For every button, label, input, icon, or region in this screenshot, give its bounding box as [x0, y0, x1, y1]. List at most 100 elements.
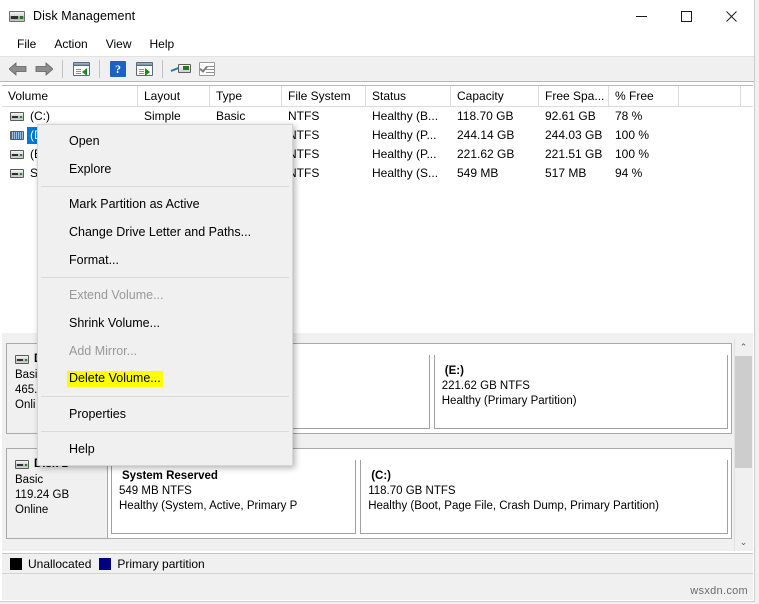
help-icon-label: ? — [110, 61, 126, 77]
disk-icon — [15, 355, 29, 364]
column-header-free-space[interactable]: Free Spa... — [539, 86, 609, 106]
disk-icon — [15, 460, 29, 469]
column-header-type[interactable]: Type — [210, 86, 282, 106]
partition-wrapper: (C:) 118.70 GB NTFS Healthy (Boot, Page … — [360, 452, 728, 535]
percent-free-cell: 100 % — [615, 128, 650, 143]
capacity-cell: 244.14 GB — [457, 128, 515, 143]
context-menu-item-change-drive-letter-and-paths[interactable]: Change Drive Letter and Paths... — [38, 218, 292, 246]
partition-status: Healthy (Boot, Page File, Crash Dump, Pr… — [368, 500, 659, 512]
drive-icon — [10, 168, 24, 178]
volume-list-header: Volume Layout Type File System Status Ca… — [2, 86, 753, 107]
free-space-cell: 221.51 GB — [545, 147, 603, 162]
context-menu-item-properties[interactable]: Properties — [38, 400, 292, 428]
column-header-volume[interactable]: Volume — [2, 86, 138, 106]
toolbar-separator — [99, 60, 100, 78]
watermark: wsxdn.com — [690, 585, 748, 597]
context-menu-item-explore[interactable]: Explore — [38, 155, 292, 183]
scroll-up-button[interactable]: ⌃ — [735, 339, 752, 356]
column-header-layout[interactable]: Layout — [138, 86, 210, 106]
column-header-percent-free[interactable]: % Free — [609, 86, 679, 106]
file-system-cell: NTFS — [288, 109, 320, 124]
context-menu-separator — [41, 396, 289, 397]
context-menu-separator — [41, 186, 289, 187]
context-menu-item-mark-partition-as-active[interactable]: Mark Partition as Active — [38, 190, 292, 218]
context-menu-item-extend-volume: Extend Volume... — [69, 287, 164, 302]
close-button[interactable] — [709, 0, 754, 32]
context-menu-item-open[interactable]: Open — [38, 127, 292, 155]
partition-block[interactable]: (C:) 118.70 GB NTFS Healthy (Boot, Page … — [360, 460, 728, 534]
forward-arrow-icon[interactable] — [32, 58, 56, 80]
maximize-button[interactable] — [664, 0, 709, 32]
status-cell: Healthy (P... — [372, 128, 437, 143]
partition-size: 221.62 GB NTFS — [441, 380, 530, 392]
context-menu-item-delete-volume[interactable]: Delete Volume... — [38, 365, 292, 393]
menu-file[interactable]: File — [8, 35, 45, 54]
properties-icon[interactable] — [195, 58, 219, 80]
context-menu-item-shrink-volume[interactable]: Shrink Volume... — [38, 309, 292, 337]
disk-management-window: Disk Management File Action View Help ? … — [0, 0, 755, 602]
partition-size: 118.70 GB NTFS — [368, 485, 456, 497]
legend-label-primary-partition: Primary partition — [117, 556, 205, 571]
partition-size: 549 MB NTFS — [119, 485, 192, 497]
file-system-cell: NTFS — [288, 128, 320, 143]
volume-cell[interactable]: (C:) — [2, 109, 138, 123]
status-cell: Healthy (S... — [372, 166, 439, 181]
free-space-cell: 517 MB — [545, 166, 587, 181]
percent-free-cell: 100 % — [615, 147, 650, 162]
column-header-file-system[interactable]: File System — [282, 86, 366, 106]
toolbar: ? — [0, 56, 754, 82]
status-cell: Healthy (B... — [372, 109, 439, 124]
disk-drive-icon — [9, 8, 25, 24]
legend-swatch-unallocated — [10, 557, 22, 570]
legend-label-unallocated: Unallocated — [28, 556, 92, 571]
title-bar: Disk Management — [0, 0, 754, 32]
disk-management-screenshot: Disk Management File Action View Help ? … — [0, 0, 759, 604]
legend-item-unallocated: Unallocated — [10, 556, 92, 571]
vertical-scrollbar[interactable]: ⌃ ⌄ — [734, 339, 752, 551]
toolbar-separator — [62, 60, 63, 78]
partition-name: System Reserved — [122, 470, 218, 482]
context-menu-item-help[interactable]: Help — [38, 435, 292, 463]
status-cell: Healthy (P... — [372, 147, 437, 162]
show-hide-console-tree-icon[interactable] — [132, 58, 156, 80]
context-menu-item-add-mirror: Add Mirror... — [69, 343, 138, 358]
scrollbar-thumb[interactable] — [735, 356, 752, 468]
toolbar-separator — [162, 60, 163, 78]
column-header-blank[interactable] — [679, 86, 741, 106]
help-icon[interactable]: ? — [106, 58, 130, 80]
rescan-disks-icon[interactable] — [169, 58, 193, 80]
layout-cell: Simple — [144, 109, 181, 124]
menu-action[interactable]: Action — [45, 35, 96, 54]
percent-free-cell: 94 % — [615, 166, 643, 181]
partition-name: (E:) — [444, 365, 464, 377]
up-one-level-icon[interactable] — [69, 58, 93, 80]
capacity-cell: 118.70 GB — [457, 109, 514, 124]
free-space-cell: 244.03 GB — [545, 128, 603, 143]
column-header-capacity[interactable]: Capacity — [451, 86, 539, 106]
column-header-status[interactable]: Status — [366, 86, 451, 106]
drive-icon-selected — [10, 130, 24, 140]
scroll-down-button[interactable]: ⌄ — [735, 534, 752, 551]
drive-icon — [10, 149, 24, 159]
partition-block[interactable]: (E:) 221.62 GB NTFS Healthy (Primary Par… — [433, 355, 728, 429]
window-controls — [619, 0, 754, 32]
partition-name: (C:) — [371, 470, 391, 482]
scrollbar-track[interactable] — [735, 356, 752, 534]
context-menu-item-format[interactable]: Format... — [38, 246, 292, 274]
volume-label: (C:) — [30, 109, 50, 124]
disk-status: Online — [15, 504, 49, 516]
context-menu-separator — [41, 277, 289, 278]
legend-swatch-primary-partition — [99, 557, 112, 570]
partition-status: Healthy (Primary Partition) — [441, 395, 577, 407]
menu-view[interactable]: View — [97, 35, 141, 54]
menu-help[interactable]: Help — [141, 35, 184, 54]
volume-context-menu: Open Explore Mark Partition as Active Ch… — [37, 124, 293, 466]
menu-bar: File Action View Help — [0, 32, 754, 56]
partition-wrapper: (E:) 221.62 GB NTFS Healthy (Primary Par… — [433, 347, 728, 430]
minimize-button[interactable] — [619, 0, 664, 32]
free-space-cell: 92.61 GB — [545, 109, 596, 124]
back-arrow-icon[interactable] — [6, 58, 30, 80]
file-system-cell: NTFS — [288, 147, 320, 162]
partition-block[interactable]: System Reserved 549 MB NTFS Healthy (Sys… — [111, 460, 357, 534]
partition-status: Healthy (System, Active, Primary P — [119, 500, 298, 512]
